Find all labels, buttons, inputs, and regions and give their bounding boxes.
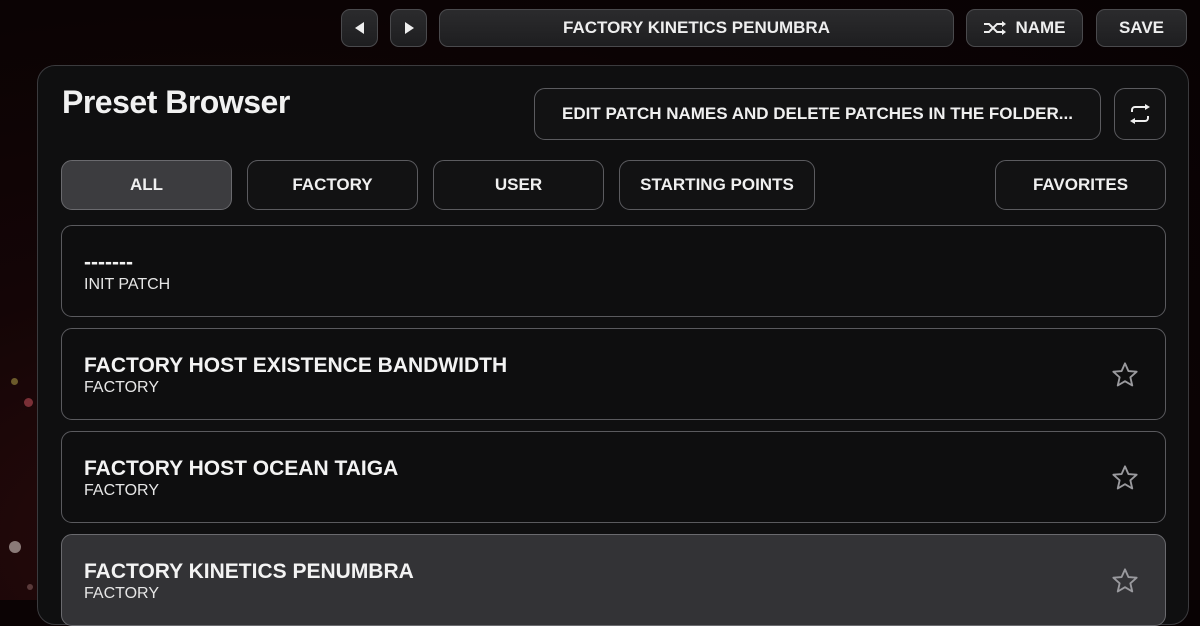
edit-folder-button[interactable]: EDIT PATCH NAMES AND DELETE PATCHES IN T… [534, 88, 1101, 140]
favorite-star-icon[interactable] [1111, 361, 1139, 389]
preset-name: ------- [84, 251, 133, 274]
preset-name: FACTORY KINETICS PENUMBRA [84, 560, 414, 583]
filter-tab-label: USER [494, 175, 543, 194]
preset-category: FACTORY [84, 379, 159, 396]
preset-list-item-selected[interactable]: FACTORY KINETICS PENUMBRA FACTORY [61, 534, 1166, 626]
background-dot [11, 378, 18, 385]
refresh-icon [1130, 104, 1150, 124]
preset-browser-panel: Preset Browser EDIT PATCH NAMES AND DELE… [37, 65, 1189, 626]
favorite-star-icon[interactable] [1111, 464, 1139, 492]
filter-tab-all[interactable]: ALL [61, 160, 232, 210]
preset-name: FACTORY HOST EXISTENCE BANDWIDTH [84, 354, 508, 377]
preset-category: FACTORY [84, 585, 159, 602]
filter-tab-label: FACTORY [292, 175, 373, 194]
preset-list-item[interactable]: FACTORY HOST EXISTENCE BANDWIDTH FACTORY [61, 328, 1166, 420]
filter-tab-label: ALL [129, 175, 164, 194]
save-button-label: SAVE [1118, 18, 1165, 37]
refresh-button[interactable] [1114, 88, 1166, 140]
background-dot [24, 398, 33, 407]
filter-tab-label: FAVORITES [1032, 175, 1129, 194]
triangle-right-icon [404, 22, 414, 34]
filter-tab-label: STARTING POINTS [640, 175, 794, 194]
filter-tab-factory[interactable]: FACTORY [247, 160, 418, 210]
background-dot [27, 584, 33, 590]
preset-list-item[interactable]: ------- INIT PATCH [61, 225, 1166, 317]
favorite-star-icon[interactable] [1111, 567, 1139, 595]
background-dot [9, 541, 21, 553]
name-button-label: NAME [1015, 18, 1066, 37]
edit-folder-label: EDIT PATCH NAMES AND DELETE PATCHES IN T… [562, 104, 1073, 123]
randomize-name-button[interactable]: NAME [966, 9, 1083, 47]
preset-category: INIT PATCH [84, 276, 171, 293]
current-preset-name: FACTORY KINETICS PENUMBRA [563, 18, 830, 37]
triangle-left-icon [354, 22, 364, 34]
filter-tab-user[interactable]: USER [433, 160, 604, 210]
previous-preset-button[interactable] [341, 9, 378, 47]
filter-tab-favorites[interactable]: FAVORITES [995, 160, 1166, 210]
save-button[interactable]: SAVE [1096, 9, 1187, 47]
next-preset-button[interactable] [390, 9, 427, 47]
shuffle-icon [984, 21, 1007, 35]
page-title: Preset Browser [62, 84, 290, 120]
current-preset-display[interactable]: FACTORY KINETICS PENUMBRA [439, 9, 954, 47]
preset-name: FACTORY HOST OCEAN TAIGA [84, 457, 399, 480]
filter-tab-starting-points[interactable]: STARTING POINTS [619, 160, 815, 210]
preset-category: FACTORY [84, 482, 159, 499]
preset-list-item[interactable]: FACTORY HOST OCEAN TAIGA FACTORY [61, 431, 1166, 523]
